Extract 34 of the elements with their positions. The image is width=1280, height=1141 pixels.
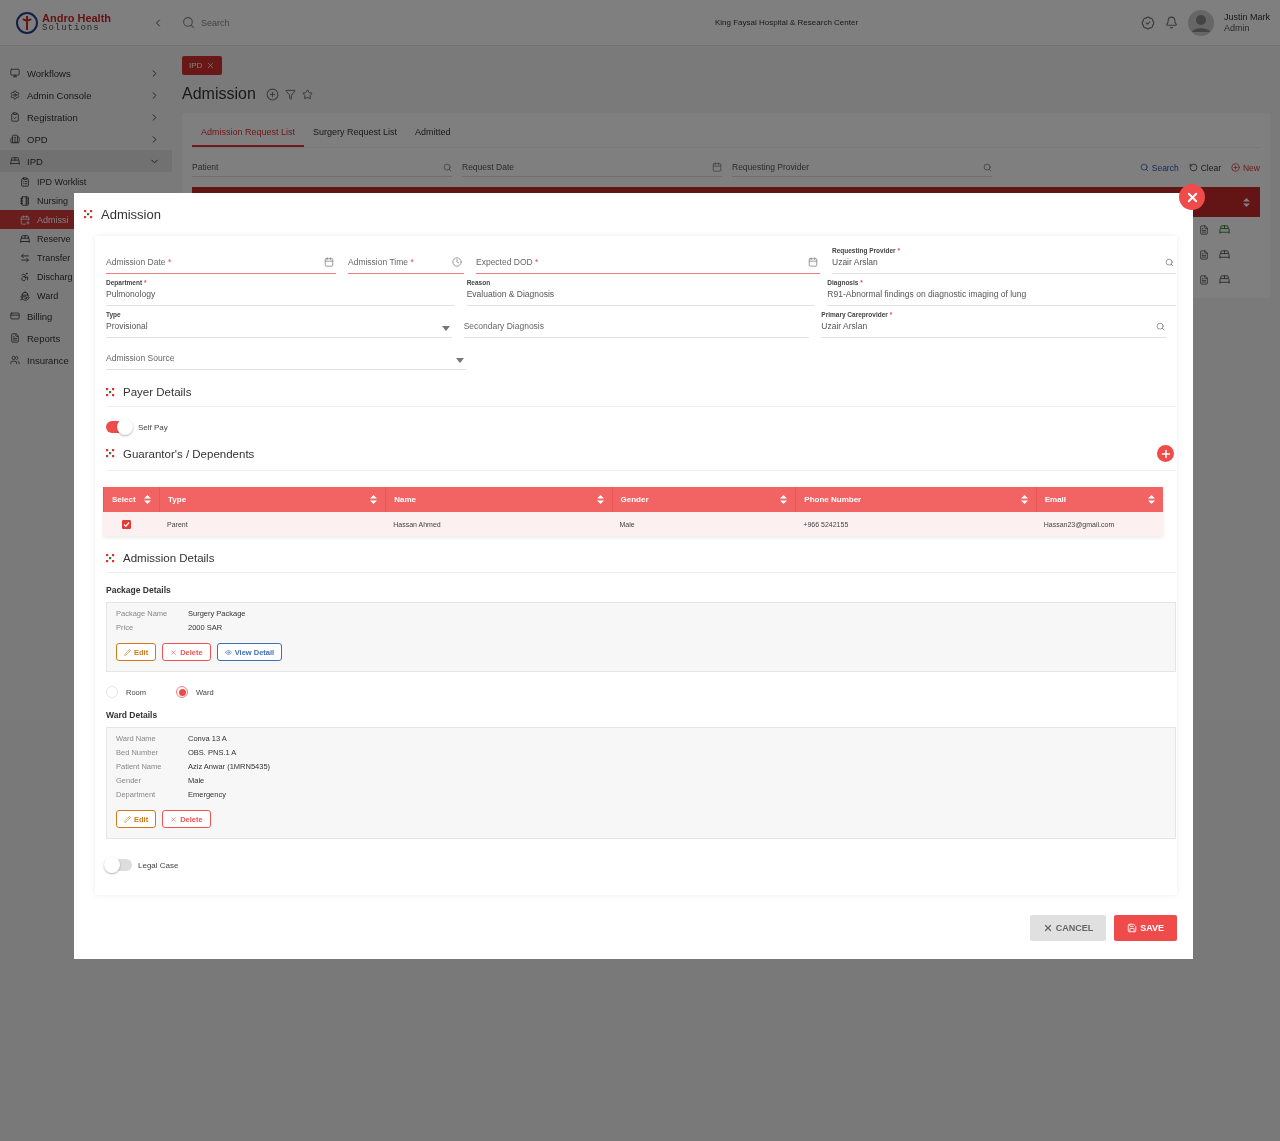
column-header: Type — [168, 495, 187, 504]
logo-tagline: Solutions — [42, 23, 100, 33]
logo-name: Andro Health — [42, 12, 112, 24]
modal-title: Admission — [101, 207, 161, 222]
required-mark: * — [410, 257, 414, 267]
field-value: Evaluation & Diagnosis — [466, 289, 555, 299]
column-header: Email — [1044, 495, 1067, 504]
field-value: Uzair Arslan — [821, 321, 869, 331]
field-value: R91-Abnormal findings on diagnostic imaging of lung — [827, 289, 1027, 299]
subsection-title: Package Details — [106, 584, 172, 597]
column-header: Phone Number — [804, 495, 862, 504]
user-name: Justin Mark — [1224, 11, 1270, 23]
field-placeholder: Expected DOD * — [476, 257, 539, 267]
field-placeholder: Admission Source — [106, 353, 175, 363]
section-title: Guarantor's / Dependents — [123, 447, 256, 460]
subsection-title: Ward Details — [106, 709, 159, 722]
section-title: Payer Details — [123, 386, 193, 398]
field-placeholder: Admission Time * — [348, 257, 414, 267]
column-header: Select — [112, 495, 136, 504]
page-title: Admission — [182, 85, 256, 103]
user-role: Admin — [1224, 22, 1251, 34]
field-value: Pulmonology — [106, 289, 156, 299]
required-mark: * — [167, 257, 172, 267]
required-mark: * — [535, 257, 539, 267]
toggle-label: Self Pay — [138, 422, 168, 432]
section-title: Admission Details — [123, 552, 216, 564]
organization-name: King Faysal Hospital & Research Center — [713, 18, 860, 27]
field-value: Uzair Arslan — [832, 257, 879, 267]
column-header: Gender — [620, 495, 649, 504]
field-placeholder: Admission Date * — [106, 257, 172, 267]
column-header: Name — [394, 495, 417, 504]
field-placeholder: Secondary Diagnosis — [463, 321, 544, 331]
field-value: Provisional — [106, 321, 148, 331]
toggle-label: Legal Case — [138, 860, 179, 870]
